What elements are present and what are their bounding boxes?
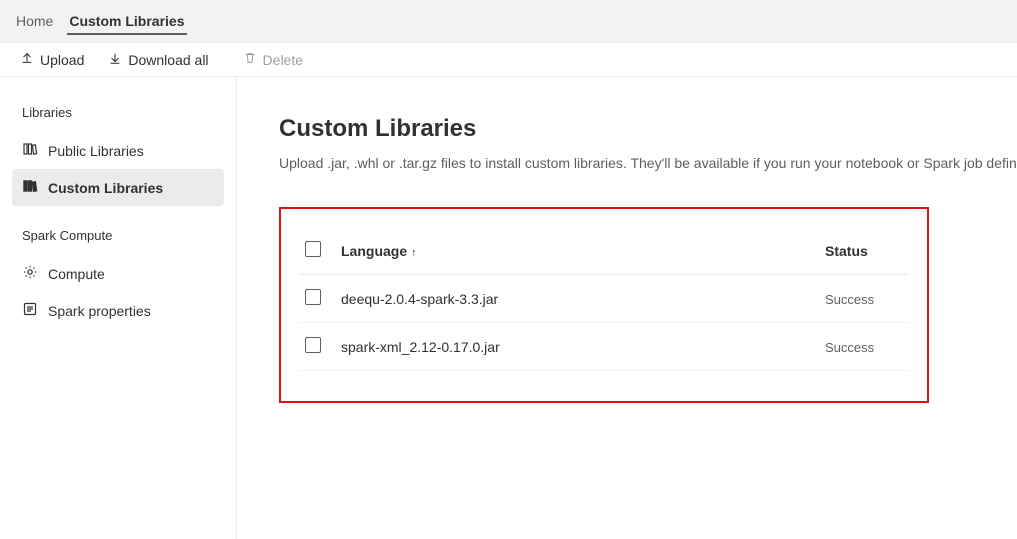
sidebar-item-label: Public Libraries xyxy=(48,143,144,159)
library-name: spark-xml_2.12-0.17.0.jar xyxy=(341,339,500,355)
toolbar: Upload Download all Delete xyxy=(0,43,1017,77)
download-all-label: Download all xyxy=(128,52,208,68)
gear-icon xyxy=(22,264,38,283)
layout: Libraries Public Libraries Custom Librar… xyxy=(0,77,1017,539)
language-column-header[interactable]: Language ↑ xyxy=(335,233,819,275)
sidebar-item-custom-libraries[interactable]: Custom Libraries xyxy=(12,169,224,206)
status-column-header[interactable]: Status xyxy=(819,233,909,275)
libraries-table: Language ↑ Status deequ-2.0.4-spark-3.3.j… xyxy=(299,233,909,371)
checkbox-icon[interactable] xyxy=(305,337,321,353)
main-content: Custom Libraries Upload .jar, .whl or .t… xyxy=(237,77,1017,539)
checkbox-icon[interactable] xyxy=(305,289,321,305)
sidebar-section-libraries: Libraries xyxy=(12,101,224,132)
sidebar-item-label: Compute xyxy=(48,266,105,282)
delete-button[interactable]: Delete xyxy=(235,47,311,72)
tab-custom-libraries[interactable]: Custom Libraries xyxy=(61,0,192,43)
checkbox-icon xyxy=(305,241,321,257)
table-row[interactable]: spark-xml_2.12-0.17.0.jar Success xyxy=(299,323,909,371)
page-title: Custom Libraries xyxy=(279,115,1017,143)
library-icon xyxy=(22,141,38,160)
tabs-bar: Home Custom Libraries xyxy=(0,0,1017,43)
tab-custom-libraries-label: Custom Libraries xyxy=(69,13,184,29)
properties-icon xyxy=(22,301,38,320)
download-icon xyxy=(108,51,122,68)
trash-icon xyxy=(243,51,257,68)
sidebar-item-spark-properties[interactable]: Spark properties xyxy=(12,292,224,329)
status-header-label: Status xyxy=(825,243,868,259)
sidebar-item-label: Spark properties xyxy=(48,303,151,319)
delete-label: Delete xyxy=(263,52,303,68)
download-all-button[interactable]: Download all xyxy=(100,47,216,72)
tab-home[interactable]: Home xyxy=(8,0,61,43)
upload-label: Upload xyxy=(40,52,84,68)
tab-home-label: Home xyxy=(16,13,53,29)
status-badge: Success xyxy=(825,292,874,307)
upload-icon xyxy=(20,51,34,68)
sidebar-item-label: Custom Libraries xyxy=(48,180,163,196)
library-name: deequ-2.0.4-spark-3.3.jar xyxy=(341,291,498,307)
sort-asc-icon: ↑ xyxy=(411,247,417,259)
page-description: Upload .jar, .whl or .tar.gz files to in… xyxy=(279,155,1017,171)
libraries-table-highlight: Language ↑ Status deequ-2.0.4-spark-3.3.j… xyxy=(279,207,929,403)
sidebar-section-spark-compute: Spark Compute xyxy=(12,224,224,255)
status-badge: Success xyxy=(825,340,874,355)
sidebar-item-public-libraries[interactable]: Public Libraries xyxy=(12,132,224,169)
library-custom-icon xyxy=(22,178,38,197)
select-all-header[interactable] xyxy=(299,233,335,275)
language-header-label: Language xyxy=(341,243,407,259)
table-row[interactable]: deequ-2.0.4-spark-3.3.jar Success xyxy=(299,275,909,323)
table-header-row: Language ↑ Status xyxy=(299,233,909,275)
sidebar-item-compute[interactable]: Compute xyxy=(12,255,224,292)
sidebar: Libraries Public Libraries Custom Librar… xyxy=(0,77,237,539)
upload-button[interactable]: Upload xyxy=(12,47,92,72)
